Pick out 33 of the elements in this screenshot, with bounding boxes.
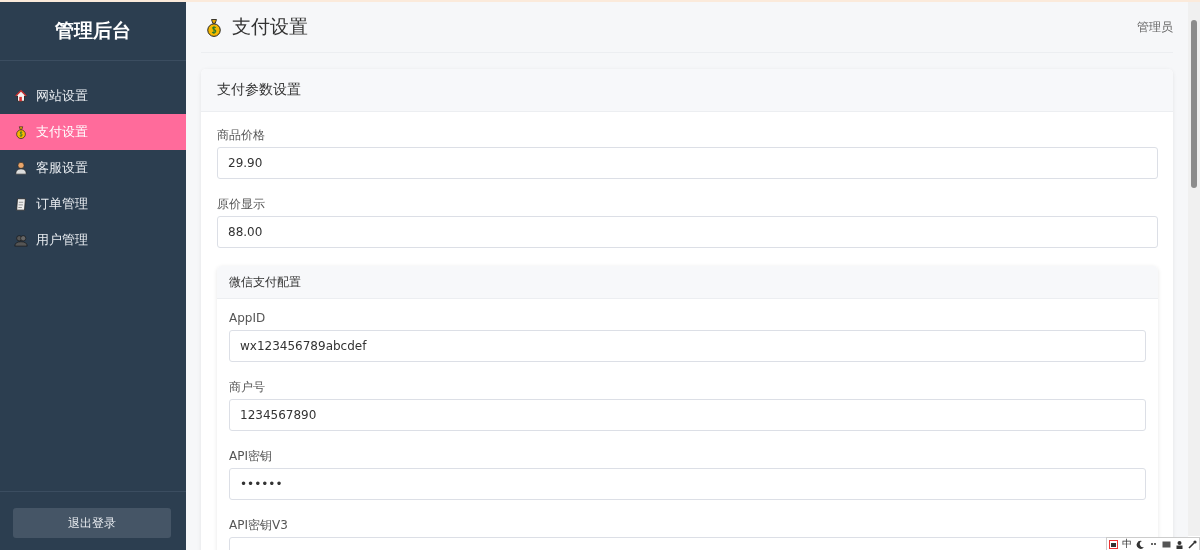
subcard-title: 微信支付配置 (217, 266, 1158, 299)
keyboard-icon[interactable] (1109, 539, 1118, 549)
field-label: 原价显示 (217, 197, 266, 212)
house-icon (14, 89, 28, 103)
input-field[interactable]: 1234567890 (229, 399, 1146, 431)
sidebar-item[interactable]: 订单管理 (0, 186, 186, 222)
sidebar-item[interactable]: 客服设置 (0, 150, 186, 186)
ime-mode[interactable]: 中 (1122, 539, 1132, 549)
logout-button[interactable]: 退出登录 (13, 508, 171, 538)
money-bag-icon (14, 125, 28, 139)
field-label: API密钥 (229, 449, 273, 464)
wrench-icon[interactable] (1188, 539, 1197, 549)
sidebar-item[interactable]: 用户管理 (0, 222, 186, 258)
keyboard-icon[interactable] (1162, 539, 1171, 549)
person-icon[interactable] (1175, 539, 1184, 549)
clipboard-icon (14, 197, 28, 211)
field-label: AppID (229, 311, 267, 326)
person-icon (14, 161, 28, 175)
scrollbar[interactable] (1188, 2, 1200, 536)
input-field[interactable]: •••••• (229, 468, 1146, 500)
users-icon (14, 233, 28, 247)
moon-icon[interactable] (1136, 539, 1145, 549)
input-field[interactable]: 88.00 (217, 216, 1158, 248)
sidebar-item[interactable]: 网站设置 (0, 78, 186, 114)
card-title: 支付参数设置 (201, 69, 1173, 112)
field-label: API密钥V3 (229, 518, 289, 533)
page-title: 支付设置 (232, 14, 309, 39)
field-label: 商品价格 (217, 128, 266, 143)
field-label: 商户号 (229, 380, 266, 395)
input-field[interactable]: wx123456789abcdef (229, 330, 1146, 362)
money-bag-icon (204, 17, 224, 37)
user-name: 管理员 (1137, 18, 1173, 36)
input-field[interactable]: 29.90 (217, 147, 1158, 179)
